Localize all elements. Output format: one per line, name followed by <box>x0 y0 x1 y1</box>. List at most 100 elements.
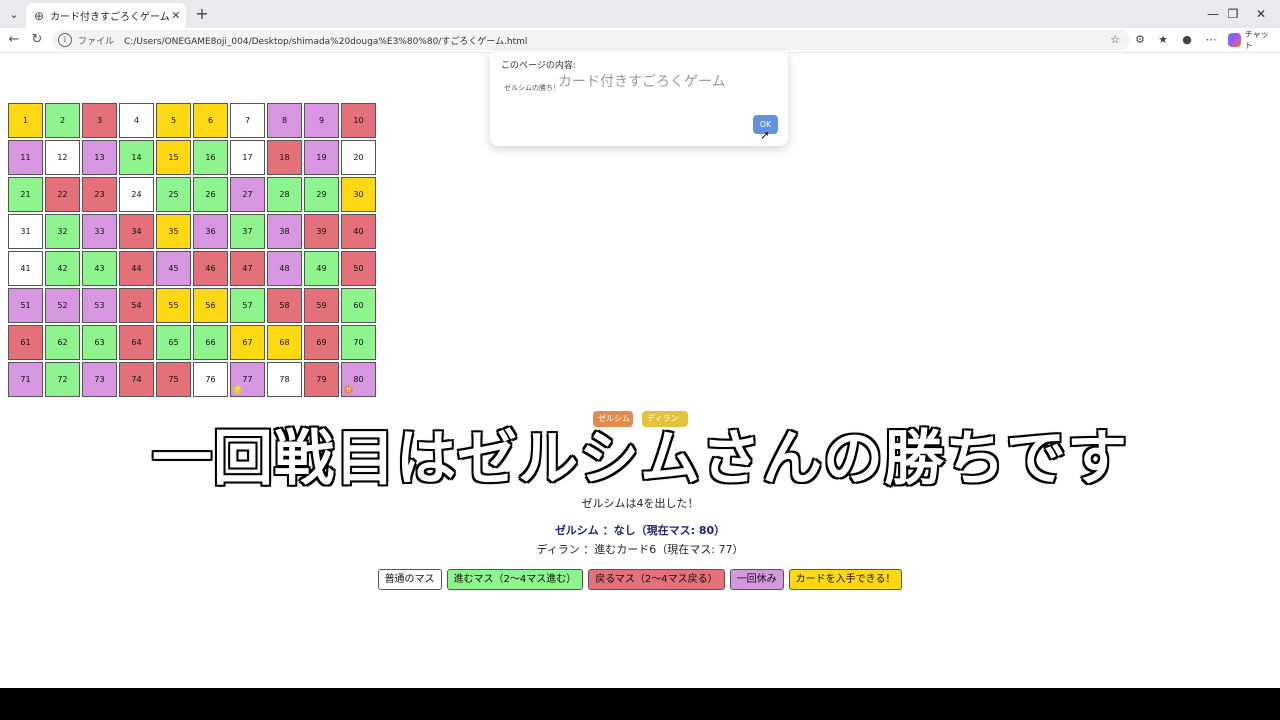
board-cell: 1 <box>8 103 43 138</box>
board-cell: 54 <box>119 288 154 323</box>
cell-number: 52 <box>57 301 68 310</box>
favorites-collection-icon[interactable]: ★ <box>1154 32 1172 48</box>
board-cell: 35 <box>156 214 191 249</box>
cell-number: 48 <box>279 264 290 273</box>
board-cell: 36 <box>193 214 228 249</box>
board-cell: 59 <box>304 288 339 323</box>
cell-number: 13 <box>94 153 105 162</box>
board-cell: 41 <box>8 251 43 286</box>
tab-list-chevron-icon[interactable]: ⌄ <box>4 4 24 24</box>
profile-avatar-icon[interactable]: ● <box>1178 32 1196 48</box>
board-cell: 43 <box>82 251 117 286</box>
cell-number: 19 <box>316 153 327 162</box>
cell-number: 75 <box>168 375 179 384</box>
cell-number: 80 <box>353 375 364 384</box>
cell-number: 58 <box>279 301 290 310</box>
active-tab[interactable]: ⊕ カード付きすごろくゲーム ✕ <box>26 3 186 28</box>
board-cell: 66 <box>193 325 228 360</box>
cell-number: 37 <box>242 227 253 236</box>
cell-number: 50 <box>353 264 364 273</box>
board-cell: 47 <box>230 251 265 286</box>
board-cell: 75 <box>156 362 191 397</box>
player-token: デ <box>233 385 242 394</box>
reload-icon[interactable]: ↻ <box>27 31 47 49</box>
board-cell: 80 ゼ <box>341 362 376 397</box>
board-cell: 73 <box>82 362 117 397</box>
cell-number: 5 <box>170 116 177 125</box>
cell-number: 60 <box>353 301 364 310</box>
window-close-icon[interactable]: ✕ <box>1246 4 1276 24</box>
board-cell: 25 <box>156 177 191 212</box>
cell-number: 63 <box>94 338 105 347</box>
board-cell: 14 <box>119 140 154 175</box>
board-cell: 52 <box>45 288 80 323</box>
board-cell: 6 <box>193 103 228 138</box>
board-cell: 56 <box>193 288 228 323</box>
back-arrow-icon[interactable]: ← <box>4 31 24 49</box>
board-cell: 50 <box>341 251 376 286</box>
board-cell: 16 <box>193 140 228 175</box>
board-cell: 44 <box>119 251 154 286</box>
url-text: C:/Users/ONEGAME8oji_004/Desktop/shimada… <box>124 36 528 47</box>
board-cell: 21 <box>8 177 43 212</box>
board-cell: 20 <box>341 140 376 175</box>
cell-number: 69 <box>316 338 327 347</box>
board-cell: 53 <box>82 288 117 323</box>
cell-number: 41 <box>20 264 31 273</box>
address-toolbar: ← ↻ i ファイル C:/Users/ONEGAME8oji_004/Desk… <box>0 28 1280 53</box>
board-cell: 7 <box>230 103 265 138</box>
info-icon[interactable]: i <box>58 33 72 47</box>
board-cell: 67 <box>230 325 265 360</box>
board-cell: 45 <box>156 251 191 286</box>
copilot-chat-button[interactable]: チャット <box>1228 30 1274 50</box>
player1-status: ゼルシム ：なし（現在マス: 80） <box>554 524 726 537</box>
address-field[interactable]: i ファイル C:/Users/ONEGAME8oji_004/Desktop/… <box>52 30 1130 50</box>
restore-icon[interactable]: ❐ <box>1218 4 1248 24</box>
cell-number: 51 <box>20 301 31 310</box>
cell-number: 32 <box>57 227 68 236</box>
cell-number: 20 <box>353 153 364 162</box>
cell-number: 39 <box>316 227 327 236</box>
cell-number: 29 <box>316 190 327 199</box>
board-cell: 48 <box>267 251 302 286</box>
cell-number: 55 <box>168 301 179 310</box>
cell-number: 73 <box>94 375 105 384</box>
board-cell: 29 <box>304 177 339 212</box>
new-tab-button[interactable]: + <box>192 4 212 24</box>
legend-item: 進むマス（2〜4マス進む） <box>446 569 584 590</box>
board-cell: 39 <box>304 214 339 249</box>
board-cell: 60 <box>341 288 376 323</box>
board-cell: 79 <box>304 362 339 397</box>
more-menu-icon[interactable]: ⋯ <box>1202 32 1220 48</box>
board-cell: 30 <box>341 177 376 212</box>
legend-item: 戻るマス（2〜4マス戻る） <box>588 569 725 590</box>
game-board: 1 2 3 4 5 6 7 8 9 10 11 12 13 14 15 16 17 18 19 20 21 22 23 24 2… <box>8 103 376 397</box>
board-cell: 38 <box>267 214 302 249</box>
cell-number: 33 <box>94 227 105 236</box>
favorite-star-icon[interactable]: ☆ <box>1106 32 1124 48</box>
cell-number: 4 <box>133 116 140 125</box>
board-cell: 9 <box>304 103 339 138</box>
cell-number: 64 <box>131 338 142 347</box>
cell-number: 46 <box>205 264 216 273</box>
board-cell: 74 <box>119 362 154 397</box>
mouse-cursor-icon: ➚ <box>760 128 771 142</box>
url-scheme: ファイル <box>78 36 115 47</box>
cell-number: 23 <box>94 190 105 199</box>
extensions-icon[interactable]: ⚙ <box>1131 32 1149 48</box>
cell-number: 76 <box>205 375 216 384</box>
board-cell: 33 <box>82 214 117 249</box>
board-cell: 69 <box>304 325 339 360</box>
legend-item: 普通のマス <box>377 569 442 590</box>
cell-number: 74 <box>131 375 142 384</box>
board-cell: 26 <box>193 177 228 212</box>
cell-number: 3 <box>96 116 103 125</box>
board-cell: 57 <box>230 288 265 323</box>
board-cell: 37 <box>230 214 265 249</box>
tab-close-icon[interactable]: ✕ <box>170 9 182 22</box>
board-cell: 28 <box>267 177 302 212</box>
board-cell: 77 デ <box>230 362 265 397</box>
cell-number: 57 <box>242 301 253 310</box>
cell-number: 34 <box>131 227 142 236</box>
cell-number: 12 <box>57 153 68 162</box>
